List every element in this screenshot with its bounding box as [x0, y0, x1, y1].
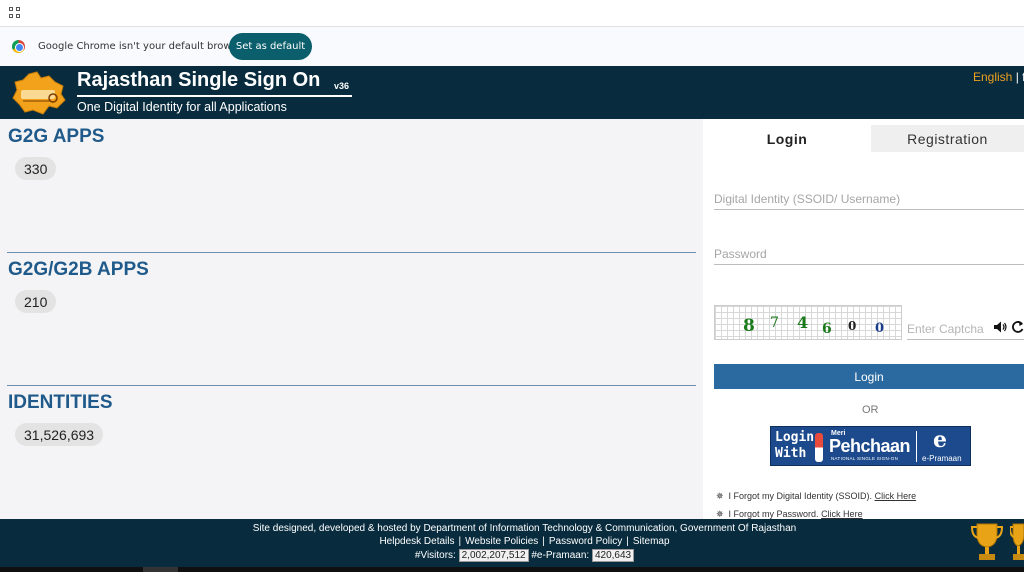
footer-link-sitemap[interactable]: Sitemap — [633, 536, 670, 547]
sun-bullet-icon: ✵ — [716, 491, 724, 501]
speaker-icon[interactable] — [993, 320, 1007, 334]
captcha-digit: 7 — [770, 315, 779, 331]
forgot-ssoid-row: ✵ I Forgot my Digital Identity (SSOID). … — [716, 491, 916, 502]
chrome-logo-icon — [12, 40, 25, 53]
refresh-icon[interactable] — [1012, 320, 1024, 334]
language-switcher: English | f — [973, 70, 1024, 84]
taskbar-item[interactable] — [143, 567, 178, 572]
mp-login-with-text: Login With — [775, 430, 815, 461]
set-as-default-button[interactable]: Set as default — [229, 33, 312, 60]
mp-tagline: NATIONAL SINGLE SIGN-ON — [831, 456, 899, 461]
stat-value-g2g-apps: 330 — [15, 157, 57, 180]
forgot-password-text: I Forgot my Password. — [728, 509, 819, 519]
captcha-digit: 0 — [848, 319, 857, 333]
mp-pehchaan-text: Pehchaan — [829, 436, 911, 456]
or-separator: OR — [862, 404, 879, 416]
language-english-link[interactable]: English — [973, 70, 1012, 84]
stat-value-identities: 31,526,693 — [15, 423, 104, 446]
footer-link-helpdesk[interactable]: Helpdesk Details — [379, 536, 454, 547]
tab-login[interactable]: Login — [703, 125, 871, 152]
captcha-digit: 4 — [797, 313, 809, 332]
login-button[interactable]: Login — [714, 364, 1024, 389]
trophy-icon — [970, 523, 1004, 560]
stat-title-g2g-apps: G2G APPS — [8, 126, 105, 147]
forgot-ssoid-text: I Forgot my Digital Identity (SSOID). — [728, 491, 873, 501]
epramaan-label: #e-Pramaan: — [531, 550, 590, 561]
mp-separator — [916, 431, 917, 462]
version-label: v36 — [334, 81, 350, 91]
captcha-digit: 6 — [822, 321, 832, 337]
stat-value-g2g-g2b-apps: 210 — [15, 290, 57, 313]
epramaan-logo-icon: e — [933, 427, 947, 453]
forgot-ssoid-link[interactable]: Click Here — [875, 491, 917, 501]
captcha-digit: 8 — [743, 316, 755, 336]
visitors-counter: 2,002,207,512 — [458, 549, 529, 562]
stat-title-g2g-g2b-apps: G2G/G2B APPS — [8, 259, 149, 280]
apps-grid-icon[interactable] — [9, 7, 20, 18]
title-underline — [77, 95, 352, 97]
language-separator: | f — [1015, 70, 1024, 84]
epramaan-counter: 420,643 — [591, 549, 635, 562]
meri-pehchaan-login-button[interactable]: Login With Meri Pehchaan NATIONAL SINGLE… — [770, 426, 971, 466]
forgot-password-link[interactable]: Click Here — [821, 509, 863, 519]
footer-link-password-policy[interactable]: Password Policy — [549, 536, 622, 547]
stats-area — [0, 119, 703, 519]
stats-divider — [7, 385, 696, 386]
browser-top-bar — [0, 0, 1024, 27]
trophy-icon — [1010, 523, 1024, 560]
footer-links: Helpdesk Details | Website Policies | Passwo… — [379, 536, 670, 547]
password-input[interactable] — [714, 243, 1024, 265]
infobar-message: Google Chrome isn't your default browser — [38, 41, 248, 52]
ssoid-input[interactable] — [714, 188, 1024, 210]
default-browser-infobar: Google Chrome isn't your default browser — [0, 27, 1024, 66]
site-title: Rajasthan Single Sign On — [77, 69, 321, 91]
captcha-digit: 0 — [875, 321, 885, 336]
site-subtitle: One Digital Identity for all Application… — [77, 100, 287, 114]
tab-registration[interactable]: Registration — [871, 125, 1024, 152]
footer-counters: #Visitors: 2,002,207,512 #e-Pramaan: 420… — [0, 549, 1024, 562]
captcha-image: 8 7 4 6 0 0 — [714, 305, 902, 340]
footer-credit: Site designed, developed & hosted by Dep… — [252, 523, 797, 534]
rajasthan-logo-icon[interactable] — [11, 70, 67, 116]
footer-link-website-policies[interactable]: Website Policies — [465, 536, 538, 547]
visitors-label: #Visitors: — [414, 550, 456, 561]
stat-title-identities: IDENTITIES — [8, 392, 113, 413]
epramaan-text: e-Pramaan — [922, 454, 962, 463]
stats-divider — [7, 252, 696, 253]
mp-flag-icon — [815, 433, 823, 462]
